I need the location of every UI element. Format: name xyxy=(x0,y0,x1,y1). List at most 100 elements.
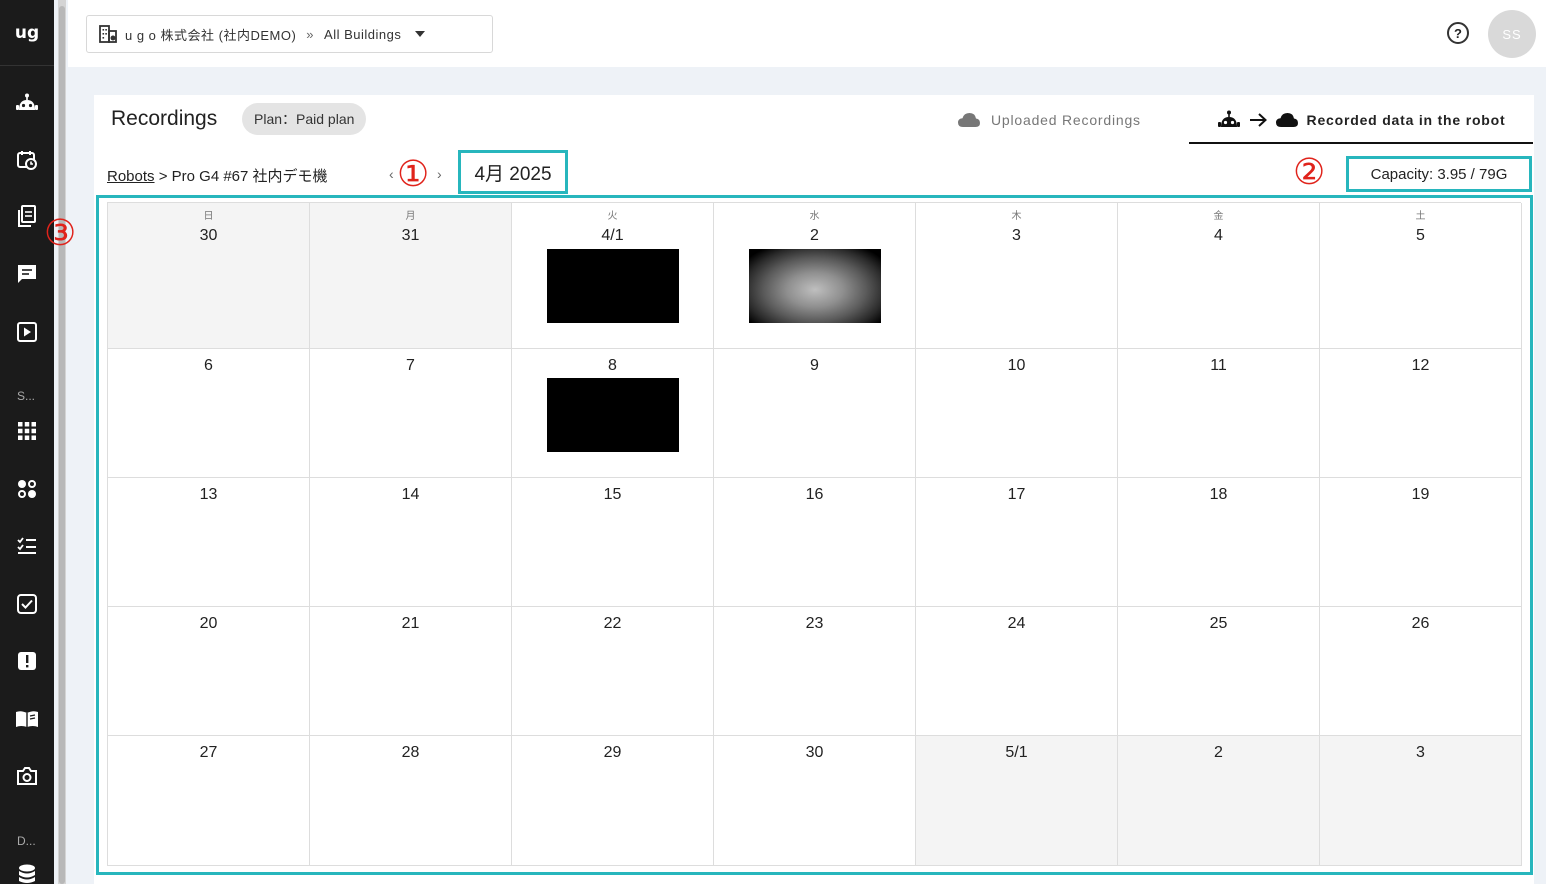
calendar-day[interactable]: 月 31 xyxy=(310,203,512,349)
scrollbar-thumb[interactable] xyxy=(59,6,65,884)
day-number: 4/1 xyxy=(601,227,624,244)
weekday-label: 月 xyxy=(405,211,416,222)
day-number: 16 xyxy=(805,486,824,503)
company-name: u g o 株式会社 (社内DEMO) xyxy=(125,27,297,43)
calendar-day[interactable]: 20 xyxy=(108,607,310,736)
calendar-day[interactable]: 日 30 xyxy=(108,203,310,349)
calendar-day[interactable]: 24 xyxy=(916,607,1118,736)
calendar-day[interactable]: 28 xyxy=(310,736,512,866)
top-bar: u g o 株式会社 (社内DEMO) » All Buildings ? SS xyxy=(68,0,1546,67)
camera-icon[interactable] xyxy=(13,762,41,790)
calendar-day[interactable]: 土5 xyxy=(1320,203,1522,349)
day-number: 27 xyxy=(199,744,218,761)
day-number: 9 xyxy=(810,357,819,374)
calendar-day[interactable]: 火 4/1 xyxy=(512,203,714,349)
weekday-label: 木 xyxy=(1011,211,1022,222)
cloud-icon xyxy=(1275,112,1299,128)
calendar-day[interactable]: 12 xyxy=(1320,349,1522,478)
calendar-day[interactable]: 23 xyxy=(714,607,916,736)
day-number: 5/1 xyxy=(1005,744,1028,761)
chat-icon[interactable] xyxy=(13,260,41,288)
day-number: 14 xyxy=(401,486,420,503)
day-number: 5 xyxy=(1416,227,1425,244)
building-icon xyxy=(99,25,117,43)
tab-uploaded-recordings[interactable]: Uploaded Recordings xyxy=(957,104,1141,136)
breadcrumb-robots-link[interactable]: Robots xyxy=(107,168,155,185)
day-number: 30 xyxy=(805,744,824,761)
check-box-icon[interactable] xyxy=(13,590,41,618)
calendar-day[interactable]: 16 xyxy=(714,478,916,607)
calendar-day[interactable]: 29 xyxy=(512,736,714,866)
day-number: 2 xyxy=(1214,744,1223,761)
calendar-day[interactable]: 11 xyxy=(1118,349,1320,478)
day-number: 15 xyxy=(603,486,622,503)
building-selector[interactable]: u g o 株式会社 (社内DEMO) » All Buildings xyxy=(86,15,493,53)
day-number: 2 xyxy=(810,227,819,244)
calendar-day[interactable]: 26 xyxy=(1320,607,1522,736)
calendar-day[interactable]: 10 xyxy=(916,349,1118,478)
day-number: 29 xyxy=(603,744,622,761)
plan-badge: Plan：Paid plan xyxy=(242,103,367,135)
day-number: 26 xyxy=(1411,615,1430,632)
checklist-icon[interactable] xyxy=(13,532,41,560)
schedule-icon[interactable] xyxy=(13,146,41,174)
breadcrumb-separator: > xyxy=(158,168,168,185)
manual-icon[interactable] xyxy=(13,705,41,733)
calendar-day[interactable]: 27 xyxy=(108,736,310,866)
recording-thumbnail[interactable] xyxy=(546,249,679,323)
calendar-day[interactable]: 7 xyxy=(310,349,512,478)
recording-thumbnail[interactable] xyxy=(748,249,881,323)
section-label: S... xyxy=(17,389,36,403)
calendar-day[interactable]: 13 xyxy=(108,478,310,607)
calendar-day[interactable]: 水2 xyxy=(714,203,916,349)
weekday-label: 金 xyxy=(1213,211,1224,222)
calendar-day[interactable]: 30 xyxy=(714,736,916,866)
annotation-marker-1: ① xyxy=(397,154,430,195)
building-name: All Buildings xyxy=(324,26,402,42)
calendar-day[interactable]: 5/1 xyxy=(916,736,1118,866)
day-number: 20 xyxy=(199,615,218,632)
calendar-day[interactable]: 8 xyxy=(512,349,714,478)
tab-recorded-data[interactable]: Recorded data in the robot xyxy=(1189,98,1533,144)
calendar-day[interactable]: 15 xyxy=(512,478,714,607)
calendar-day[interactable]: 25 xyxy=(1118,607,1320,736)
app-logo[interactable]: ug xyxy=(0,0,54,66)
day-number: 21 xyxy=(401,615,420,632)
grid-icon[interactable] xyxy=(13,417,41,445)
document-icon[interactable] xyxy=(13,202,41,230)
prev-month-button[interactable]: ‹ xyxy=(389,166,394,182)
play-icon[interactable] xyxy=(13,318,41,346)
calendar-day[interactable]: 22 xyxy=(512,607,714,736)
calendar-day[interactable]: 木3 xyxy=(916,203,1118,349)
avatar[interactable]: SS xyxy=(1488,10,1536,58)
tab-label: Recorded data in the robot xyxy=(1306,112,1506,128)
calendar-day[interactable]: 19 xyxy=(1320,478,1522,607)
robot-icon[interactable] xyxy=(13,89,41,117)
calendar-day[interactable]: 17 xyxy=(916,478,1118,607)
day-number: 19 xyxy=(1411,486,1430,503)
calendar-day[interactable]: 2 xyxy=(1118,736,1320,866)
calendar-day[interactable]: 金4 xyxy=(1118,203,1320,349)
section-label: D... xyxy=(17,834,36,848)
calendar-day[interactable]: 14 xyxy=(310,478,512,607)
calendar-grid: 日 30 月 31 火 4/1 水 2 木 3 金 4 土 5 6 7 8 9 10 11 12 13 14 15 16 17 18… xyxy=(107,202,1522,866)
breadcrumb-robot: Pro G4 #67 社内デモ機 xyxy=(171,168,328,185)
calendar-day[interactable]: 9 xyxy=(714,349,916,478)
calendar-day[interactable]: 6 xyxy=(108,349,310,478)
connection-icon[interactable] xyxy=(13,475,41,503)
calendar-day[interactable]: 18 xyxy=(1118,478,1320,607)
calendar-day[interactable]: 3 xyxy=(1320,736,1522,866)
alert-icon[interactable] xyxy=(13,647,41,675)
day-number: 11 xyxy=(1210,357,1227,374)
day-number: 7 xyxy=(406,357,415,374)
tab-label: Uploaded Recordings xyxy=(991,112,1141,128)
help-icon[interactable]: ? xyxy=(1447,22,1469,44)
day-number: 25 xyxy=(1209,615,1228,632)
recording-thumbnail[interactable] xyxy=(546,378,679,452)
database-icon[interactable] xyxy=(13,860,41,884)
weekday-label: 水 xyxy=(809,211,820,222)
next-month-button[interactable]: › xyxy=(437,166,442,182)
calendar-day[interactable]: 21 xyxy=(310,607,512,736)
day-number: 31 xyxy=(401,227,420,244)
day-number: 8 xyxy=(608,357,617,374)
